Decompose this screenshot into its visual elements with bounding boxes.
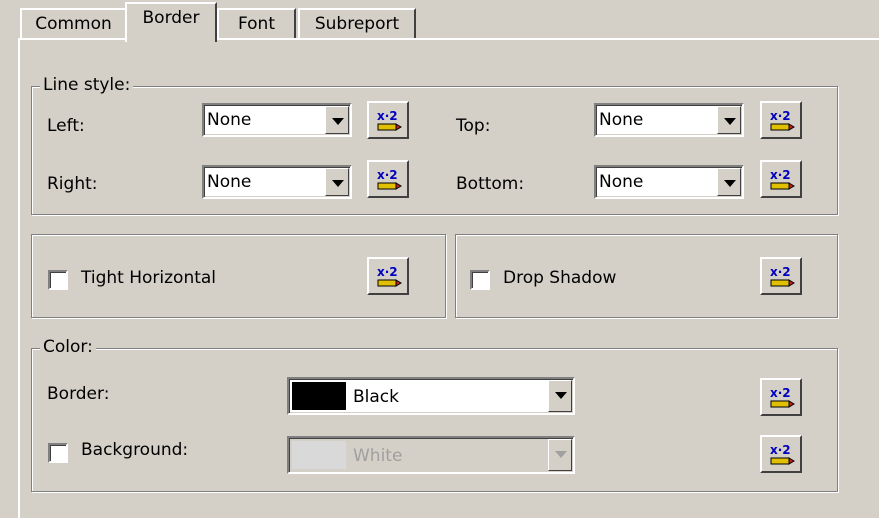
svg-text:x·2: x·2 [377,109,398,123]
dropdown-arrow-icon[interactable] [717,168,741,196]
border-color-select[interactable]: Black [287,377,575,415]
left-formula-button[interactable]: x·2 [367,101,409,139]
drop-shadow-formula-button[interactable]: x·2 [760,257,802,295]
right-style-value: None [207,172,252,192]
tab-border[interactable]: Border [125,2,217,42]
border-color-label: Border: [47,384,110,404]
dropdown-arrow-icon[interactable] [717,106,741,134]
dropdown-arrow-icon[interactable] [325,106,349,134]
top-style-select[interactable]: None [594,103,744,137]
tab-strip: Common Border Font Subreport [0,0,879,42]
svg-text:x·2: x·2 [770,443,791,457]
border-color-value: Black [353,387,399,407]
background-checkbox[interactable] [48,443,68,463]
bottom-label: Bottom: [456,174,525,194]
tab-subreport[interactable]: Subreport [298,8,416,38]
svg-text:x·2: x·2 [770,109,791,123]
bottom-style-select[interactable]: None [594,165,744,199]
svg-text:x·2: x·2 [770,265,791,279]
right-label: Right: [47,174,98,194]
top-style-value: None [599,110,644,130]
color-legend: Color: [40,337,96,357]
formula-icon: x·2 [770,443,795,465]
tab-common[interactable]: Common [20,8,127,38]
tab-font[interactable]: Font [217,8,296,38]
formula-icon: x·2 [770,109,795,131]
border-color-swatch [292,382,346,410]
background-color-select[interactable]: White [287,436,575,474]
right-style-select[interactable]: None [202,165,352,199]
tight-horizontal-checkbox[interactable] [48,270,68,290]
svg-text:x·2: x·2 [377,168,398,182]
background-color-value: White [353,446,403,466]
dropdown-arrow-icon[interactable] [325,168,349,196]
top-label: Top: [456,116,491,136]
border-color-formula-button[interactable]: x·2 [760,378,802,416]
bottom-style-value: None [599,172,644,192]
dropdown-arrow-icon[interactable] [548,439,572,471]
background-label: Background: [81,440,189,460]
dropdown-arrow-icon[interactable] [548,380,572,412]
formula-icon: x·2 [377,109,402,131]
formula-icon: x·2 [770,265,795,287]
right-formula-button[interactable]: x·2 [367,160,409,198]
formula-icon: x·2 [377,265,402,287]
tight-horizontal-label: Tight Horizontal [81,268,217,288]
bottom-formula-button[interactable]: x·2 [760,160,802,198]
formula-icon: x·2 [377,168,402,190]
svg-text:x·2: x·2 [770,168,791,182]
line-style-legend: Line style: [40,75,134,95]
formula-icon: x·2 [770,168,795,190]
background-color-swatch [292,441,346,469]
drop-shadow-checkbox[interactable] [470,270,490,290]
svg-text:x·2: x·2 [770,386,791,400]
formula-icon: x·2 [770,386,795,408]
left-style-select[interactable]: None [202,103,352,137]
top-formula-button[interactable]: x·2 [760,101,802,139]
svg-text:x·2: x·2 [377,265,398,279]
tight-horizontal-formula-button[interactable]: x·2 [367,257,409,295]
left-label: Left: [47,116,85,136]
left-style-value: None [207,110,252,130]
drop-shadow-label: Drop Shadow [503,268,617,288]
background-color-formula-button[interactable]: x·2 [760,435,802,473]
